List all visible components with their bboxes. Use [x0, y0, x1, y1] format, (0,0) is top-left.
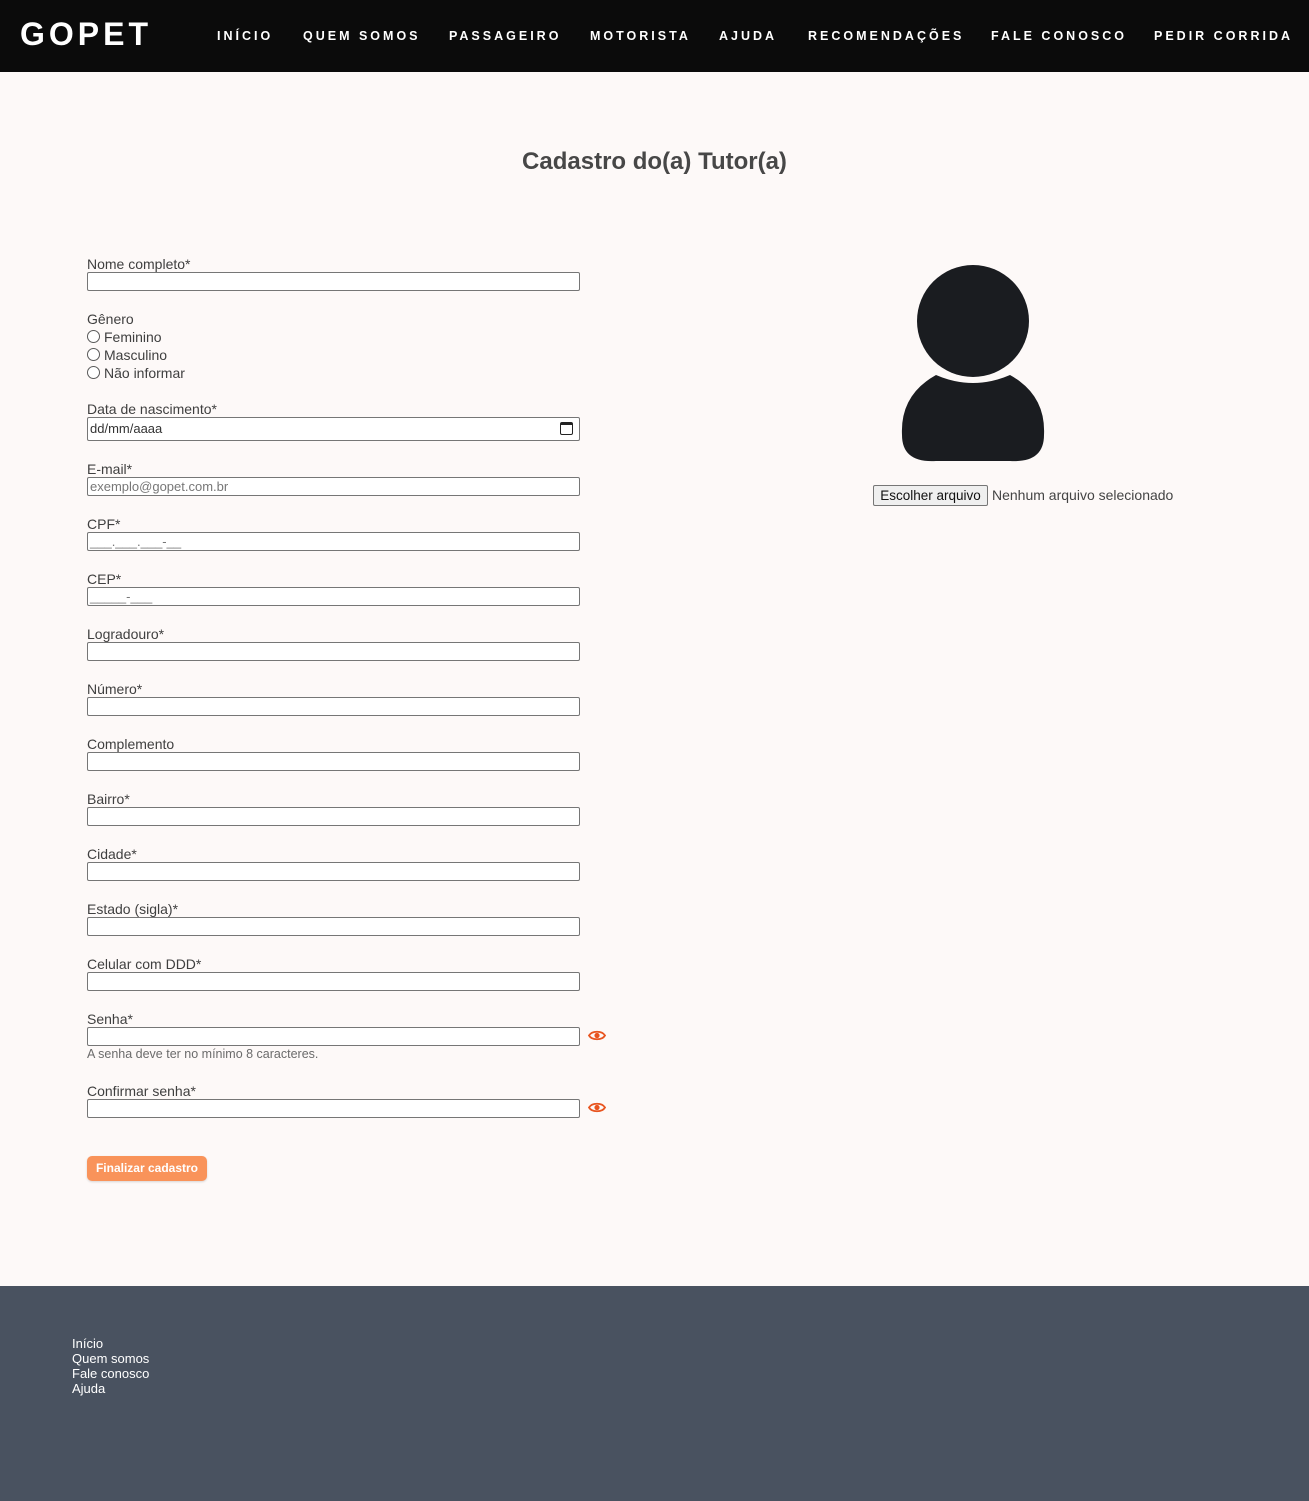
navbar: GOPET INÍCIO QUEM SOMOS PASSAGEIRO MOTOR… — [0, 0, 1309, 72]
logradouro-label: Logradouro* — [87, 626, 165, 642]
footer: Início Quem somos Fale conosco Ajuda — [0, 1286, 1309, 1501]
radio-label: Não informar — [104, 365, 185, 381]
choose-file-button[interactable]: Escolher arquivo — [873, 485, 988, 506]
email-input[interactable]: exemplo@gopet.com.br — [87, 477, 580, 496]
email-label: E-mail* — [87, 461, 133, 477]
footer-link-fale-conosco[interactable]: Fale conosco — [72, 1366, 149, 1381]
nav-link-fale-conosco[interactable]: FALE CONOSCO — [991, 29, 1127, 43]
cpf-label: CPF* — [87, 516, 121, 532]
nav-link-recomendacoes[interactable]: RECOMENDAÇÕES — [808, 29, 964, 43]
eye-icon[interactable] — [588, 1102, 606, 1113]
footer-link-ajuda[interactable]: Ajuda — [72, 1381, 105, 1396]
user-silhouette-icon — [901, 265, 1045, 462]
complemento-input[interactable] — [87, 752, 580, 771]
footer-link-inicio[interactable]: Início — [72, 1336, 103, 1351]
nascimento-label: Data de nascimento* — [87, 401, 217, 417]
logo[interactable]: GOPET — [20, 16, 152, 53]
confirmar-senha-input[interactable] — [87, 1099, 580, 1118]
calendar-icon[interactable] — [560, 422, 573, 435]
date-placeholder: dd/mm/aaaa — [90, 421, 163, 436]
cidade-input[interactable] — [87, 862, 580, 881]
nav-link-passageiro[interactable]: PASSAGEIRO — [449, 29, 561, 43]
cidade-label: Cidade* — [87, 846, 137, 862]
numero-input[interactable] — [87, 697, 580, 716]
nav-link-ajuda[interactable]: AJUDA — [719, 29, 777, 43]
senha-label: Senha* — [87, 1011, 133, 1027]
page-title: Cadastro do(a) Tutor(a) — [522, 148, 787, 175]
nome-input[interactable] — [87, 272, 580, 291]
bairro-label: Bairro* — [87, 791, 130, 807]
senha-help-text: A senha deve ter no mínimo 8 caracteres. — [87, 1047, 319, 1061]
estado-label: Estado (sigla)* — [87, 901, 179, 917]
email-placeholder: exemplo@gopet.com.br — [90, 479, 229, 494]
cpf-input[interactable]: ___.___.___-__ — [87, 532, 580, 551]
genero-option-masculino[interactable]: Masculino — [87, 347, 167, 363]
eye-icon[interactable] — [588, 1030, 606, 1041]
cep-input[interactable]: _____-___ — [87, 587, 580, 606]
cep-label: CEP* — [87, 571, 122, 587]
complemento-label: Complemento — [87, 736, 175, 752]
genero-label: Gênero — [87, 311, 134, 327]
logradouro-input[interactable] — [87, 642, 580, 661]
cep-mask: _____-___ — [90, 589, 153, 604]
nascimento-date-input[interactable]: dd/mm/aaaa — [87, 417, 580, 441]
finalizar-cadastro-button[interactable]: Finalizar cadastro — [87, 1156, 207, 1181]
numero-label: Número* — [87, 681, 143, 697]
footer-link-quem-somos[interactable]: Quem somos — [72, 1351, 149, 1366]
radio-button[interactable] — [87, 330, 100, 343]
celular-label: Celular com DDD* — [87, 956, 202, 972]
nav-link-inicio[interactable]: INÍCIO — [217, 29, 273, 43]
estado-input[interactable] — [87, 917, 580, 936]
cpf-mask: ___.___.___-__ — [90, 534, 182, 549]
nome-label: Nome completo* — [87, 256, 191, 272]
nav-link-pedir-corrida[interactable]: PEDIR CORRIDA — [1154, 29, 1293, 43]
radio-label: Feminino — [104, 329, 162, 345]
celular-input[interactable] — [87, 972, 580, 991]
senha-input[interactable] — [87, 1027, 580, 1046]
confirmar-senha-label: Confirmar senha* — [87, 1083, 196, 1099]
nav-link-quem-somos[interactable]: QUEM SOMOS — [303, 29, 421, 43]
nav-link-motorista[interactable]: MOTORISTA — [590, 29, 691, 43]
radio-button[interactable] — [87, 348, 100, 361]
radio-button[interactable] — [87, 366, 100, 379]
bairro-input[interactable] — [87, 807, 580, 826]
file-status-text: Nenhum arquivo selecionado — [992, 487, 1174, 503]
genero-option-nao-informar[interactable]: Não informar — [87, 365, 185, 381]
genero-option-feminino[interactable]: Feminino — [87, 329, 162, 345]
radio-label: Masculino — [104, 347, 168, 363]
